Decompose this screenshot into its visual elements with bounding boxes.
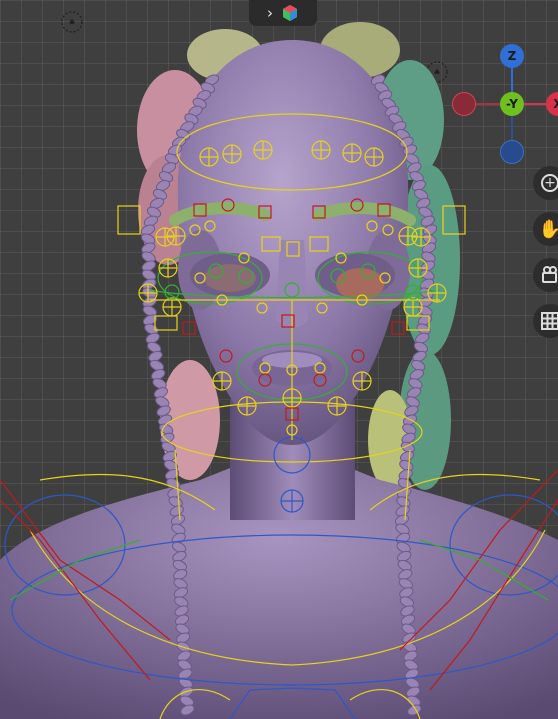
zoom-plus-icon: +	[541, 174, 558, 192]
gizmo-z-axis[interactable]: Z	[500, 44, 524, 68]
gizmo-neg-x-axis[interactable]	[452, 92, 476, 116]
3d-viewport[interactable]: › Z -Y X + ✋	[0, 0, 558, 719]
editor-type-menu[interactable]: ›	[249, 0, 317, 26]
gizmo-neg-y-axis[interactable]: -Y	[500, 92, 524, 116]
chevron-right-icon: ›	[267, 3, 273, 22]
gizmo-neg-z-axis[interactable]	[500, 140, 524, 164]
blender-editor-type-icon	[283, 5, 297, 21]
camera-view-icon	[542, 266, 557, 283]
hand-pan-icon: ✋	[538, 218, 558, 240]
navigation-gizmo[interactable]: Z -Y X	[450, 40, 558, 170]
grid-ortho-icon	[541, 312, 558, 330]
